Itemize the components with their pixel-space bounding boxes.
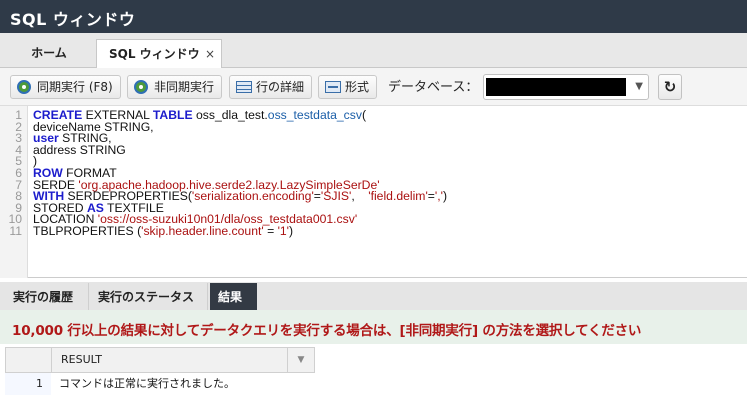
tab-sql-window[interactable]: SQL ウィンドウ × bbox=[96, 39, 222, 69]
line-number-gutter: 1 2 3 4 5 6 7 8 9 10 11 bbox=[0, 106, 28, 278]
row-index: 1 bbox=[5, 373, 51, 395]
tab-execution-history[interactable]: 実行の履歴 bbox=[5, 283, 89, 311]
result-tab-bar: 実行の履歴 実行のステータス 結果 bbox=[0, 282, 747, 311]
table-icon bbox=[236, 81, 252, 93]
sync-execute-label: 同期実行 (F8) bbox=[37, 80, 113, 94]
tab-home[interactable]: ホーム bbox=[18, 39, 80, 68]
column-menu-chevron-icon[interactable]: ▼ bbox=[287, 348, 314, 372]
database-select[interactable]: ▼ bbox=[483, 74, 649, 100]
window-title: SQL ウィンドウ bbox=[10, 10, 136, 29]
refresh-button[interactable]: ↻ bbox=[658, 74, 682, 100]
tab-execution-status[interactable]: 実行のステータス bbox=[90, 283, 208, 311]
code-line: TBLPROPERTIES ('skip.header.line.count' … bbox=[33, 223, 294, 238]
large-result-notice: 10,000 行以上の結果に対してデータクエリを実行する場合は、[非同期実行] … bbox=[0, 310, 747, 344]
tab-result[interactable]: 結果 bbox=[210, 283, 257, 311]
async-execute-button[interactable]: 非同期実行 bbox=[127, 75, 223, 99]
code-line: address STRING bbox=[33, 142, 126, 157]
sync-execute-button[interactable]: 同期実行 (F8) bbox=[10, 75, 121, 99]
title-bar: SQL ウィンドウ bbox=[0, 0, 747, 33]
async-execute-label: 非同期実行 bbox=[154, 80, 215, 94]
result-grid: RESULT ▼ 1 コマンドは正常に実行されました。 bbox=[5, 347, 315, 395]
row-detail-button[interactable]: 行の詳細 bbox=[229, 75, 313, 99]
notice-text: 10,000 行以上の結果に対してデータクエリを実行する場合は、[非同期実行] … bbox=[12, 323, 642, 339]
refresh-icon: ↻ bbox=[663, 78, 677, 96]
close-tab-icon[interactable]: × bbox=[205, 40, 215, 68]
table-row[interactable]: 1 コマンドは正常に実行されました。 bbox=[5, 373, 315, 395]
async-gear-icon bbox=[134, 80, 148, 94]
row-detail-label: 行の詳細 bbox=[256, 80, 305, 94]
sql-code[interactable]: CREATE EXTERNAL TABLE oss_dla_test.oss_t… bbox=[33, 109, 447, 238]
tab-bar: ホーム SQL ウィンドウ × bbox=[0, 33, 747, 69]
format-label: 形式 bbox=[345, 80, 370, 94]
tab-sql-label: SQL ウィンドウ bbox=[109, 47, 200, 61]
row-index-header bbox=[6, 348, 52, 372]
chevron-down-icon: ▼ bbox=[635, 81, 643, 92]
result-cell: コマンドは正常に実行されました。 bbox=[59, 377, 235, 390]
database-label: データベース： bbox=[388, 80, 479, 95]
column-header-result[interactable]: RESULT bbox=[61, 353, 102, 366]
redacted-database-name bbox=[486, 78, 626, 96]
format-icon bbox=[325, 81, 341, 93]
execute-gear-icon bbox=[17, 80, 31, 94]
result-grid-header: RESULT ▼ bbox=[5, 347, 315, 373]
sql-editor[interactable]: 1 2 3 4 5 6 7 8 9 10 11 CREATE EXTERNAL TABLE oss_… bbox=[0, 106, 747, 278]
format-button[interactable]: 形式 bbox=[318, 75, 378, 99]
tab-home-label: ホーム bbox=[31, 46, 67, 60]
line-numbers: 1 2 3 4 5 6 7 8 9 10 11 bbox=[8, 108, 22, 238]
